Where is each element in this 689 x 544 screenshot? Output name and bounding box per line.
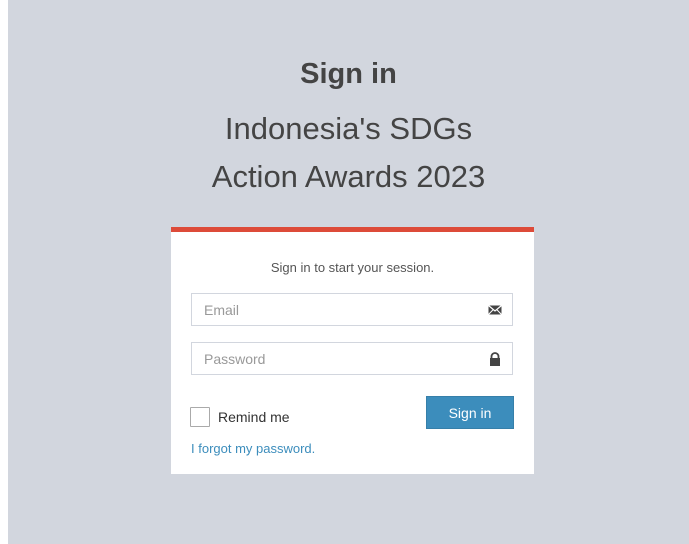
lock-icon bbox=[488, 352, 502, 366]
login-box-message: Sign in to start your session. bbox=[270, 260, 435, 275]
forgot-password-link[interactable]: I forgot my password. bbox=[191, 441, 315, 456]
sign-in-button[interactable]: Sign in bbox=[426, 396, 514, 429]
remember-label: Remind me bbox=[218, 409, 290, 425]
password-input[interactable] bbox=[192, 343, 496, 374]
login-box: Sign in to start your session. Remind me… bbox=[171, 227, 534, 474]
page-subtitle: Indonesia's SDGs Action Awards 2023 bbox=[8, 105, 689, 201]
envelope-icon bbox=[488, 303, 502, 317]
subtitle-line-1: Indonesia's SDGs bbox=[224, 111, 473, 146]
email-input[interactable] bbox=[192, 294, 496, 325]
email-field bbox=[191, 293, 513, 326]
remember-checkbox[interactable] bbox=[190, 407, 210, 427]
password-field bbox=[191, 342, 513, 375]
page-title: Sign in bbox=[300, 58, 397, 90]
subtitle-line-2: Action Awards 2023 bbox=[211, 159, 486, 194]
